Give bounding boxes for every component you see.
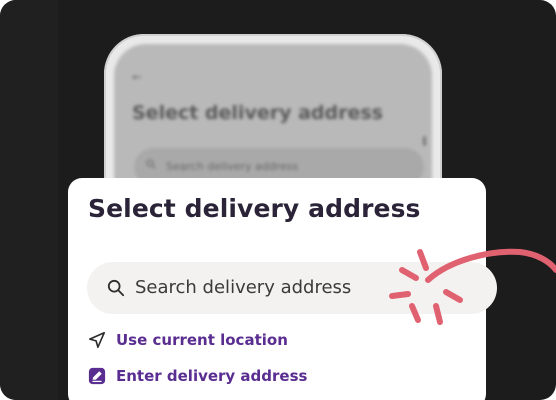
use-current-location-label: Use current location xyxy=(116,331,288,349)
enter-delivery-address-button[interactable]: Enter delivery address xyxy=(88,365,307,387)
screenshot-frame: ← Select delivery address Search deliver… xyxy=(0,0,556,400)
search-icon xyxy=(146,159,156,169)
card-title: Select delivery address xyxy=(88,194,421,223)
search-icon xyxy=(107,279,125,297)
back-arrow-icon[interactable]: ← xyxy=(132,70,142,84)
side-panel xyxy=(0,0,58,400)
tap-indicator-doodle xyxy=(389,248,556,325)
enter-delivery-address-label: Enter delivery address xyxy=(116,367,308,385)
search-placeholder: Search delivery address xyxy=(135,277,352,298)
scrollbar[interactable] xyxy=(423,136,426,146)
phone-page-title: Select delivery address xyxy=(132,102,383,124)
edit-address-icon xyxy=(88,367,106,385)
phone-search-placeholder: Search delivery address xyxy=(166,160,299,173)
use-current-location-button[interactable]: Use current location xyxy=(88,329,288,351)
location-arrow-icon xyxy=(88,331,106,349)
